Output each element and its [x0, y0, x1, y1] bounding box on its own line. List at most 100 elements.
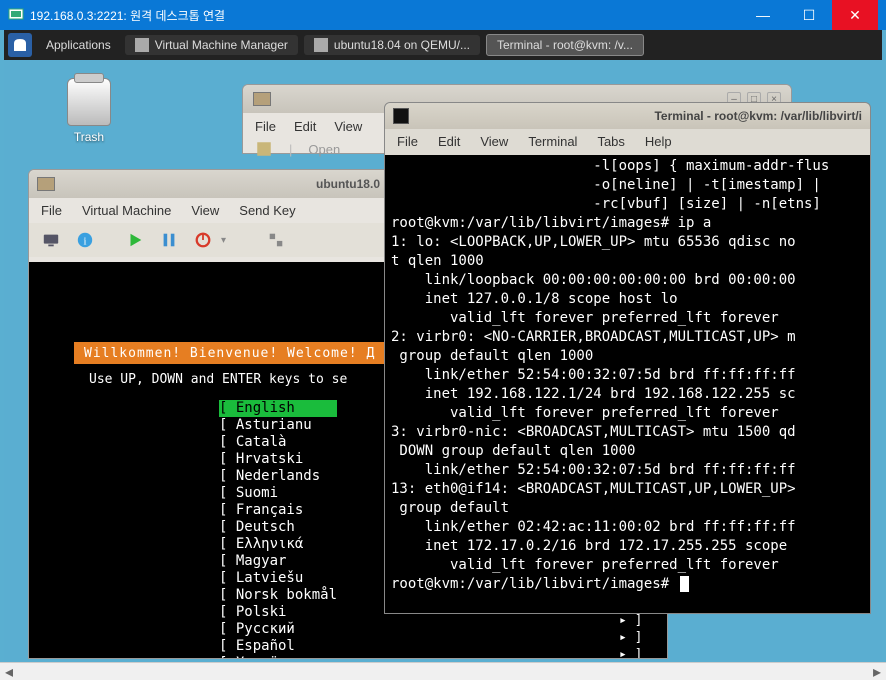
vmcon-fullscreen-button[interactable] — [264, 228, 288, 252]
maximize-button[interactable]: ☐ — [786, 0, 832, 30]
terminal-line: inet 192.168.122.1/24 brd 192.168.122.25… — [391, 385, 864, 404]
close-button[interactable]: ✕ — [832, 0, 878, 30]
rdp-titlebar[interactable]: 192.168.0.3:2221: 원격 데스크톱 연결 — ☐ ✕ — [0, 0, 886, 30]
trash-icon — [67, 78, 111, 126]
vmm-title-icon — [253, 92, 271, 106]
language-option[interactable]: [ Català — [219, 434, 337, 451]
language-option[interactable]: [ Español — [219, 638, 337, 655]
nav-hint: Use UP, DOWN and ENTER keys to se — [89, 372, 347, 387]
taskbar-label: Terminal - root@kvm: /v... — [497, 38, 633, 52]
terminal-line: valid_lft forever preferred_lft forever — [391, 404, 864, 423]
terminal-window[interactable]: Terminal - root@kvm: /var/lib/libvirt/i … — [384, 102, 871, 614]
terminal-title: Terminal - root@kvm: /var/lib/libvirt/i — [654, 109, 862, 123]
term-menu-view[interactable]: View — [480, 134, 508, 149]
trash-label: Trash — [59, 130, 119, 144]
terminal-line: valid_lft forever preferred_lft forever — [391, 309, 864, 328]
vmcon-menu-vm[interactable]: Virtual Machine — [82, 203, 171, 218]
rdp-title: 192.168.0.3:2221: 원격 데스크톱 연결 — [30, 7, 740, 24]
language-option[interactable]: [ Magyar — [219, 553, 337, 570]
svg-text:i: i — [84, 236, 87, 248]
vmcon-shutdown-button[interactable] — [191, 228, 215, 252]
terminal-line: link/loopback 00:00:00:00:00:00 brd 00:0… — [391, 271, 864, 290]
terminal-line: link/ether 52:54:00:32:07:5d brd ff:ff:f… — [391, 461, 864, 480]
terminal-line: inet 127.0.0.1/8 scope host lo — [391, 290, 864, 309]
scroll-track[interactable] — [18, 664, 868, 680]
terminal-body[interactable]: -l[oops] { maximum-addr-flus -o[neline] … — [385, 155, 870, 613]
vmcon-pause-button[interactable] — [157, 228, 181, 252]
terminal-line: root@kvm:/var/lib/libvirt/images# — [391, 575, 864, 594]
terminal-line: -rc[vbuf] [size] | -n[etns] — [391, 195, 864, 214]
language-option[interactable]: [ Ελληνικά — [219, 536, 337, 553]
vmm-new-icon[interactable] — [255, 140, 273, 158]
terminal-line: valid_lft forever preferred_lft forever — [391, 556, 864, 575]
language-option[interactable]: [ Nederlands — [219, 468, 337, 485]
language-option[interactable]: [ Deutsch — [219, 519, 337, 536]
language-option[interactable]: ▸ ] — [619, 612, 642, 629]
vmcon-menu-sendkey[interactable]: Send Key — [239, 203, 295, 218]
terminal-menubar: File Edit View Terminal Tabs Help — [385, 129, 870, 154]
language-option[interactable]: [ Русский — [219, 621, 337, 638]
vmcon-run-button[interactable] — [123, 228, 147, 252]
vmcon-menu-file[interactable]: File — [41, 203, 62, 218]
language-option[interactable]: [ English — [219, 400, 337, 417]
applications-label: Applications — [46, 38, 111, 52]
applications-menu[interactable]: Applications — [38, 35, 119, 55]
language-option[interactable]: ▸ ] — [619, 646, 642, 659]
scroll-right-button[interactable]: ▸ — [868, 664, 886, 680]
language-option[interactable]: [ Suomi — [219, 485, 337, 502]
terminal-line: link/ether 02:42:ac:11:00:02 brd ff:ff:f… — [391, 518, 864, 537]
vmcon-title-icon — [37, 177, 55, 191]
terminal-line: group default — [391, 499, 864, 518]
language-option[interactable]: [ Latviešu — [219, 570, 337, 587]
language-list[interactable]: [ English[ Asturianu[ Català[ Hrvatski[ … — [219, 400, 337, 659]
term-menu-terminal[interactable]: Terminal — [528, 134, 577, 149]
language-option[interactable]: [ Polski — [219, 604, 337, 621]
scroll-left-button[interactable]: ◂ — [0, 664, 18, 680]
taskbar-label: Virtual Machine Manager — [155, 38, 288, 52]
vmm-menu-edit[interactable]: Edit — [294, 119, 316, 134]
language-option[interactable]: [ Norsk bokmål — [219, 587, 337, 604]
terminal-line: DOWN group default qlen 1000 — [391, 442, 864, 461]
app-menu-icon[interactable] — [8, 33, 32, 57]
terminal-title-icon — [393, 108, 409, 124]
term-menu-edit[interactable]: Edit — [438, 134, 460, 149]
vmcon-title: ubuntu18.0 — [316, 177, 380, 191]
taskbar-item-terminal[interactable]: Terminal - root@kvm: /v... — [486, 34, 644, 56]
vmm-open-button[interactable]: Open — [308, 142, 340, 157]
terminal-line: -l[oops] { maximum-addr-flus — [391, 157, 864, 176]
terminal-line: inet 172.17.0.2/16 brd 172.17.255.255 sc… — [391, 537, 864, 556]
language-list-col2[interactable]: ▸ ]▸ ]▸ ] — [619, 612, 642, 659]
vmcon-info-button[interactable]: i — [73, 228, 97, 252]
taskbar-item-vmconsole[interactable]: ubuntu18.04 on QEMU/... — [304, 35, 480, 55]
remote-taskbar: Applications Virtual Machine Manager ubu… — [4, 30, 882, 60]
terminal-line: 2: virbr0: <NO-CARRIER,BROADCAST,MULTICA… — [391, 328, 864, 347]
language-option[interactable]: ▸ ] — [619, 629, 642, 646]
terminal-line: 3: virbr0-nic: <BROADCAST,MULTICAST> mtu… — [391, 423, 864, 442]
minimize-button[interactable]: — — [740, 0, 786, 30]
vmm-menu-view[interactable]: View — [334, 119, 362, 134]
term-menu-help[interactable]: Help — [645, 134, 672, 149]
terminal-cursor — [680, 576, 689, 592]
vmcon-menu-view[interactable]: View — [191, 203, 219, 218]
vmm-menu-file[interactable]: File — [255, 119, 276, 134]
terminal-titlebar[interactable]: Terminal - root@kvm: /var/lib/libvirt/i — [385, 103, 870, 129]
chevron-down-icon[interactable]: ▾ — [221, 235, 226, 246]
language-option[interactable]: [ Asturianu — [219, 417, 337, 434]
terminal-line: t qlen 1000 — [391, 252, 864, 271]
taskbar-item-vmm[interactable]: Virtual Machine Manager — [125, 35, 298, 55]
trash-desktop-icon[interactable]: Trash — [59, 78, 119, 144]
terminal-line: group default qlen 1000 — [391, 347, 864, 366]
language-option[interactable]: [ Hrvatski — [219, 451, 337, 468]
language-option[interactable]: [ Français — [219, 502, 337, 519]
language-option[interactable]: [ Українська — [219, 655, 337, 659]
term-menu-file[interactable]: File — [397, 134, 418, 149]
rdp-horizontal-scrollbar[interactable]: ◂ ▸ — [0, 662, 886, 680]
terminal-line: 1: lo: <LOOPBACK,UP,LOWER_UP> mtu 65536 … — [391, 233, 864, 252]
terminal-line: root@kvm:/var/lib/libvirt/images# ip a — [391, 214, 864, 233]
rdp-icon — [8, 7, 24, 23]
taskbar-label: ubuntu18.04 on QEMU/... — [334, 38, 470, 52]
desktop-area[interactable]: Trash – □ × File Edit View | Open — [4, 60, 882, 660]
vmcon-console-button[interactable] — [39, 228, 63, 252]
terminal-line: link/ether 52:54:00:32:07:5d brd ff:ff:f… — [391, 366, 864, 385]
term-menu-tabs[interactable]: Tabs — [597, 134, 624, 149]
